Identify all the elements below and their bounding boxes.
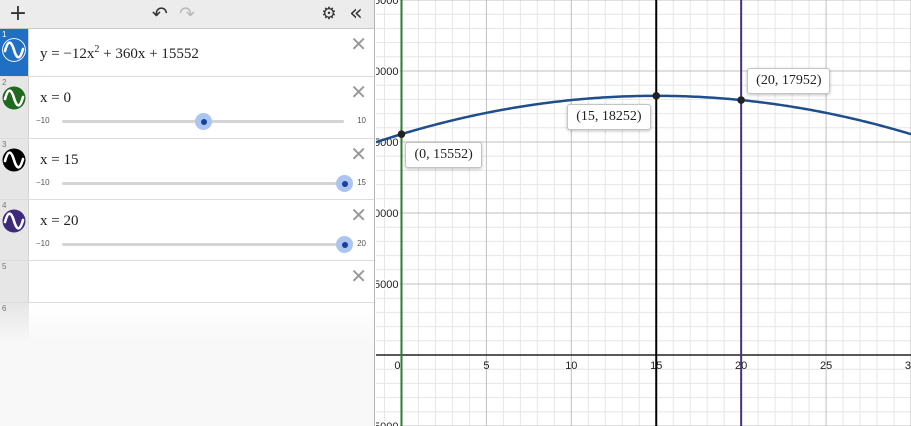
delete-expression-icon[interactable]: ✕	[350, 144, 367, 164]
expression-lhs: y = −12x	[40, 46, 95, 62]
delete-expression-icon[interactable]: ✕	[350, 34, 367, 54]
y-tick-label: 10000	[376, 208, 398, 220]
expression-panel: + ↶ ↷ ⚙ « 1 y = −12x2 + 360x + 15552 ✕ 2	[0, 0, 375, 426]
expression-row-6[interactable]: 6	[0, 303, 374, 343]
expression-gutter: 1	[0, 29, 29, 76]
expression-gutter: 3	[0, 139, 29, 199]
graph-canvas[interactable]: 051015202530-500050001000015000200002500…	[376, 0, 911, 426]
expression-rhs: + 360x + 15552	[99, 46, 199, 62]
slider-thumb[interactable]	[195, 113, 212, 130]
graph-svg[interactable]: 051015202530-500050001000015000200002500…	[376, 0, 911, 426]
undo-button[interactable]: ↶	[149, 2, 171, 26]
x-tick-label: 30	[905, 360, 911, 372]
settings-icon[interactable]: ⚙	[319, 2, 339, 26]
slider-min-label: −10	[36, 239, 50, 248]
expression-row-2[interactable]: 2 x = 0 ✕ −10 10	[0, 77, 374, 139]
expression-gutter: 6	[0, 303, 29, 343]
expression-row-1[interactable]: 1 y = −12x2 + 360x + 15552 ✕	[0, 29, 374, 77]
y-tick-label: 25000	[376, 0, 398, 7]
expression-number: 1	[2, 30, 7, 39]
wave-icon[interactable]	[2, 148, 26, 172]
slider-track[interactable]	[62, 113, 344, 130]
slider-x-20[interactable]: −10 20	[36, 236, 366, 253]
x-tick-label: 5	[483, 360, 489, 372]
slider-min-label: −10	[36, 116, 50, 125]
y-tick-label: -5000	[376, 421, 398, 426]
expression-row-3[interactable]: 3 x = 15 ✕ −10 15	[0, 139, 374, 200]
slider-max-label: 15	[357, 178, 366, 187]
expression-row-5[interactable]: 5 ✕	[0, 261, 374, 303]
delete-expression-icon[interactable]: ✕	[350, 82, 367, 102]
expression-number: 6	[2, 304, 7, 313]
point-label: (0, 15552)	[405, 142, 482, 169]
expression-number: 4	[2, 201, 7, 210]
delete-expression-icon[interactable]: ✕	[350, 205, 367, 225]
y-tick-label: 5000	[376, 279, 398, 291]
slider-thumb[interactable]	[336, 236, 353, 253]
expression-gutter: 2	[0, 77, 29, 138]
x-tick-label: 25	[820, 360, 832, 372]
expression-math-4[interactable]: x = 20	[40, 213, 78, 230]
collapse-panel-icon[interactable]: «	[345, 2, 367, 26]
x-tick-label: 15	[650, 360, 662, 372]
point-label: (15, 18252)	[567, 103, 651, 130]
point-marker	[737, 96, 745, 104]
expression-number: 2	[2, 78, 7, 87]
redo-button[interactable]: ↷	[176, 2, 198, 26]
expression-number: 3	[2, 140, 7, 149]
expression-gutter: 4	[0, 200, 29, 260]
slider-x-15[interactable]: −10 15	[36, 175, 366, 192]
slider-track[interactable]	[62, 175, 353, 192]
expression-math-1[interactable]: y = −12x2 + 360x + 15552	[40, 44, 199, 63]
expression-row-4[interactable]: 4 x = 20 ✕ −10 20	[0, 200, 374, 261]
y-tick-label: 20000	[376, 66, 398, 78]
expression-number: 5	[2, 262, 7, 271]
x-tick-label: 20	[735, 360, 747, 372]
point-label: (20, 17952)	[747, 68, 831, 95]
point-marker	[397, 130, 406, 138]
x-tick-label: 10	[565, 360, 577, 372]
slider-track[interactable]	[62, 236, 353, 253]
x-tick-label: 0	[394, 360, 400, 372]
delete-expression-icon[interactable]: ✕	[350, 266, 367, 286]
expression-list: 1 y = −12x2 + 360x + 15552 ✕ 2 x = 0 ✕ −…	[0, 29, 374, 426]
expression-math-2[interactable]: x = 0	[40, 90, 71, 107]
expression-toolbar: + ↶ ↷ ⚙ «	[0, 0, 374, 29]
wave-icon[interactable]	[2, 209, 26, 233]
wave-icon[interactable]	[2, 86, 26, 110]
point-marker	[652, 92, 661, 100]
expression-math-3[interactable]: x = 15	[40, 152, 78, 169]
expression-gutter: 5	[0, 261, 29, 302]
slider-thumb[interactable]	[336, 175, 353, 192]
add-expression-button[interactable]: +	[8, 2, 28, 26]
slider-max-label: 10	[357, 116, 366, 125]
wave-icon[interactable]	[2, 38, 26, 62]
slider-min-label: −10	[36, 178, 50, 187]
slider-max-label: 20	[357, 239, 366, 248]
slider-x-0[interactable]: −10 10	[36, 113, 366, 130]
